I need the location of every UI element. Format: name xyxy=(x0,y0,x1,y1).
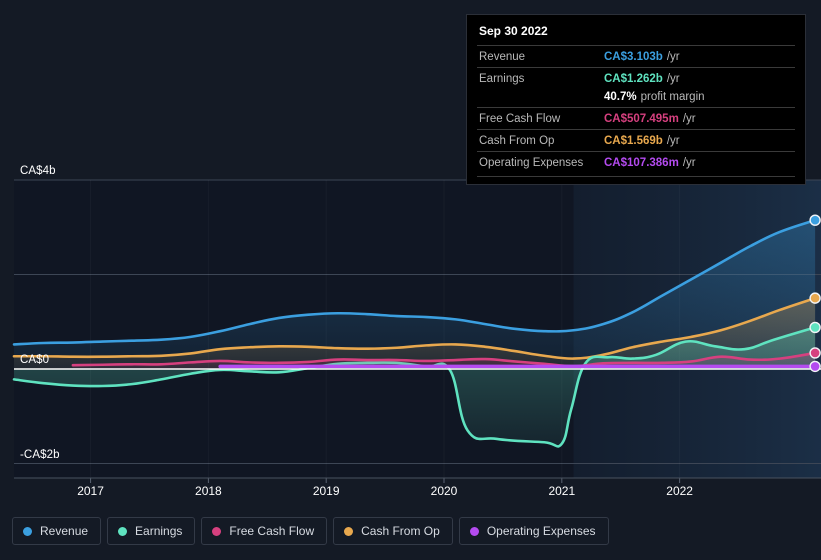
y-axis-label: CA$4b xyxy=(20,165,56,177)
tooltip-row: Operating Expenses CA$107.386m/yr xyxy=(477,151,795,173)
tooltip-metric-name: Revenue xyxy=(479,50,526,63)
tooltip-rows: Revenue CA$3.103b/yr Earnings CA$1.262b/yr 4… xyxy=(477,45,795,177)
legend-item-revenue[interactable]: Revenue xyxy=(12,517,102,545)
legend-label: Earnings xyxy=(135,524,183,538)
financial-chart-page: CA$4b CA$0 -CA$2b 2017 2018 2019 2020 2021 2022 … xyxy=(0,0,821,560)
legend-item-operating-expenses[interactable]: Operating Expenses xyxy=(458,517,609,545)
tooltip-metric-value: CA$1.262b xyxy=(604,72,663,85)
endpoint-marker-earnings xyxy=(809,321,821,334)
legend-color-dot xyxy=(23,526,32,536)
legend-label: Free Cash Flow xyxy=(229,524,315,538)
tooltip-metric-value: CA$107.386m xyxy=(604,156,679,169)
x-axis-label: 2021 xyxy=(548,484,576,498)
legend-label: Revenue xyxy=(40,524,89,538)
x-axis-label: 2020 xyxy=(430,484,458,498)
tooltip-metric-name: Free Cash Flow xyxy=(479,112,561,125)
tooltip-metric-name: Operating Expenses xyxy=(479,156,584,169)
endpoint-marker-revenue xyxy=(809,214,821,226)
legend-label: Cash From Op xyxy=(361,524,440,538)
legend-color-dot xyxy=(469,526,479,536)
tooltip-row: Cash From Op CA$1.569b/yr xyxy=(477,129,795,151)
chart-tooltip: Sep 30 2022 Revenue CA$3.103b/yr Earnings C… xyxy=(466,14,806,185)
legend-color-dot xyxy=(118,526,128,536)
tooltip-metric-value: CA$1.569b xyxy=(604,134,663,147)
tooltip-profit-margin-label: profit margin xyxy=(640,90,705,103)
x-axis-label: 2019 xyxy=(312,484,340,498)
tooltip-profit-margin-row: 40.7% profit margin xyxy=(477,89,795,107)
tooltip-bottom-rule xyxy=(477,176,795,177)
tooltip-row: Earnings CA$1.262b/yr xyxy=(477,67,795,89)
legend-item-free-cash-flow[interactable]: Free Cash Flow xyxy=(201,517,328,545)
chart-legend: Revenue Earnings Free Cash Flow Cash From O… xyxy=(12,517,609,545)
tooltip-row: Revenue CA$3.103b/yr xyxy=(477,45,795,67)
legend-label: Operating Expenses xyxy=(486,524,596,538)
tooltip-metric-value: CA$3.103b xyxy=(604,50,663,63)
endpoint-marker-operating-expenses xyxy=(809,360,821,373)
tooltip-metric-unit: /yr xyxy=(682,112,696,125)
x-axis-label: 2022 xyxy=(666,484,693,498)
tooltip-metric-value: CA$507.495m xyxy=(604,112,679,125)
endpoint-marker-cash-from-op xyxy=(809,292,821,304)
tooltip-profit-margin-value: 40.7% xyxy=(604,90,637,103)
legend-color-dot xyxy=(212,526,222,536)
tooltip-metric-unit: /yr xyxy=(666,134,680,147)
x-axis-label: 2017 xyxy=(77,484,104,498)
tooltip-metric-unit: /yr xyxy=(666,72,680,85)
tooltip-metric-name: Cash From Op xyxy=(479,134,555,147)
tooltip-date: Sep 30 2022 xyxy=(479,24,548,38)
tooltip-metric-unit: /yr xyxy=(666,50,680,63)
legend-item-cash-from-op[interactable]: Cash From Op xyxy=(333,517,453,545)
y-axis-label: CA$0 xyxy=(20,354,50,366)
legend-item-earnings[interactable]: Earnings xyxy=(107,517,196,545)
endpoint-marker-free-cash-flow xyxy=(809,347,821,359)
legend-color-dot xyxy=(344,526,354,536)
x-axis-label: 2018 xyxy=(195,484,222,498)
tooltip-metric-name: Earnings xyxy=(479,72,525,85)
tooltip-metric-unit: /yr xyxy=(682,156,696,169)
tooltip-row: Free Cash Flow CA$507.495m/yr xyxy=(477,107,795,129)
y-axis-label: -CA$2b xyxy=(20,448,60,461)
